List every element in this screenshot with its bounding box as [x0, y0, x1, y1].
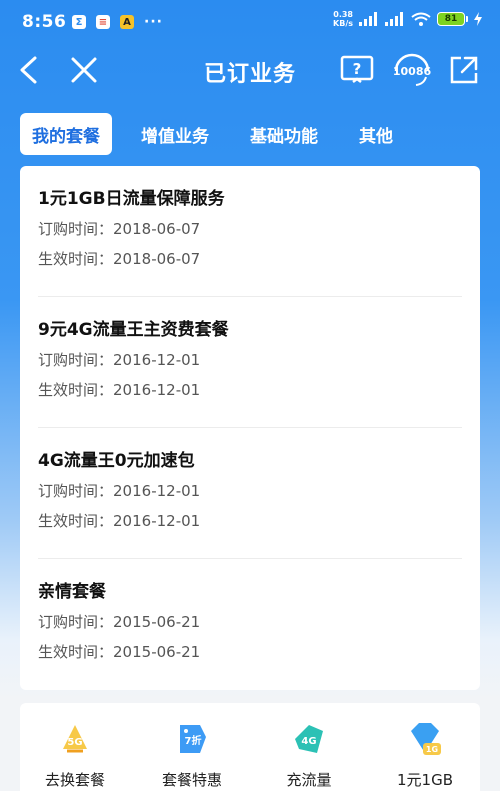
help-book-icon: ? — [340, 55, 374, 83]
plan-effective-date: 生效时间：2018-06-07 — [38, 250, 201, 268]
svg-text:7折: 7折 — [185, 734, 202, 747]
quick-label: 1元1GB — [396, 771, 453, 789]
signal-icon — [359, 12, 377, 26]
quick-label: 套餐特惠 — [161, 771, 222, 789]
back-button[interactable] — [10, 52, 46, 88]
plan-order-date: 订购时间：2016-12-01 — [38, 351, 201, 369]
plan-effective-date: 生效时间：2015-06-21 — [38, 643, 201, 661]
plan-item[interactable]: 亲情套餐 订购时间：2015-06-21 生效时间：2015-06-21 — [38, 559, 462, 690]
data-tag-icon: 4G — [289, 719, 329, 759]
one-yuan-1gb-button[interactable]: 1G 1元1GB — [370, 719, 480, 790]
5g-icon: 5G — [55, 719, 95, 759]
service-number: 10086 — [393, 65, 432, 78]
plan-name: 4G流量王0元加速包 — [38, 451, 195, 471]
svg-text:5G: 5G — [67, 737, 82, 748]
plan-order-date: 订购时间：2016-12-01 — [38, 482, 201, 500]
battery-icon: 81 — [437, 12, 468, 26]
diamond-icon: 1G — [405, 719, 445, 759]
nav-bar: 已订业务 ? 10086 — [0, 44, 500, 96]
quick-actions-bar: 5G 去换套餐 7折 套餐特惠 4G 充流量 1G 1元1GB — [20, 703, 480, 791]
plan-name: 1元1GB日流量保障服务 — [38, 189, 225, 209]
share-button[interactable] — [446, 52, 482, 88]
net-speed: 0.38 KB/s — [333, 10, 353, 28]
net-speed-value: 0.38 — [333, 10, 353, 19]
svg-text:1G: 1G — [426, 745, 438, 754]
chevron-left-icon — [20, 56, 37, 84]
svg-text:?: ? — [353, 60, 362, 78]
svg-text:4G: 4G — [301, 736, 316, 747]
recharge-data-button[interactable]: 4G 充流量 — [254, 719, 364, 790]
tab-basic-functions[interactable]: 基础功能 — [238, 113, 330, 155]
plan-name: 9元4G流量王主资费套餐 — [38, 320, 229, 340]
battery-level: 81 — [437, 12, 465, 26]
wifi-icon — [411, 12, 431, 26]
change-plan-button[interactable]: 5G 去换套餐 — [20, 719, 130, 790]
status-bar: 8:56 Σ ≡ A ··· 0.38 KB/s 81 — [0, 0, 500, 44]
help-button[interactable]: ? — [339, 52, 375, 88]
plan-item[interactable]: 9元4G流量王主资费套餐 订购时间：2016-12-01 生效时间：2016-1… — [38, 297, 462, 428]
plan-item[interactable]: 4G流量王0元加速包 订购时间：2016-12-01 生效时间：2016-12-… — [38, 428, 462, 559]
tab-other[interactable]: 其他 — [347, 113, 405, 155]
yellow-app-icon: A — [120, 15, 134, 29]
plan-effective-date: 生效时间：2016-12-01 — [38, 381, 201, 399]
sigma-app-icon: Σ — [72, 15, 86, 29]
plan-order-date: 订购时间：2018-06-07 — [38, 220, 201, 238]
close-button[interactable] — [66, 52, 102, 88]
red-app-icon: ≡ — [96, 15, 110, 29]
tab-value-added[interactable]: 增值业务 — [129, 113, 221, 155]
plan-name: 亲情套餐 — [38, 582, 106, 602]
close-icon — [71, 57, 97, 83]
tab-my-plans[interactable]: 我的套餐 — [20, 113, 112, 155]
plan-discount-button[interactable]: 7折 套餐特惠 — [137, 719, 247, 790]
status-app-icons: Σ ≡ A ··· — [72, 14, 163, 30]
customer-service-button[interactable]: 10086 — [390, 52, 434, 88]
plan-item[interactable]: 1元1GB日流量保障服务 订购时间：2018-06-07 生效时间：2018-0… — [38, 166, 462, 297]
signal-2-icon — [385, 12, 403, 26]
tab-bar: 我的套餐 增值业务 基础功能 其他 — [20, 112, 422, 156]
status-time: 8:56 — [22, 12, 67, 32]
discount-tag-icon: 7折 — [172, 719, 212, 759]
status-right: 0.38 KB/s 81 — [333, 10, 482, 28]
plans-card: 1元1GB日流量保障服务 订购时间：2018-06-07 生效时间：2018-0… — [20, 166, 480, 690]
more-notifications-icon: ··· — [144, 14, 163, 30]
share-icon — [450, 56, 478, 84]
net-speed-unit: KB/s — [333, 19, 353, 28]
charging-icon — [474, 12, 482, 26]
plan-effective-date: 生效时间：2016-12-01 — [38, 512, 201, 530]
quick-label: 充流量 — [286, 771, 332, 789]
headset-icon: 10086 — [393, 53, 432, 86]
quick-label: 去换套餐 — [44, 771, 105, 789]
plan-order-date: 订购时间：2015-06-21 — [38, 613, 201, 631]
